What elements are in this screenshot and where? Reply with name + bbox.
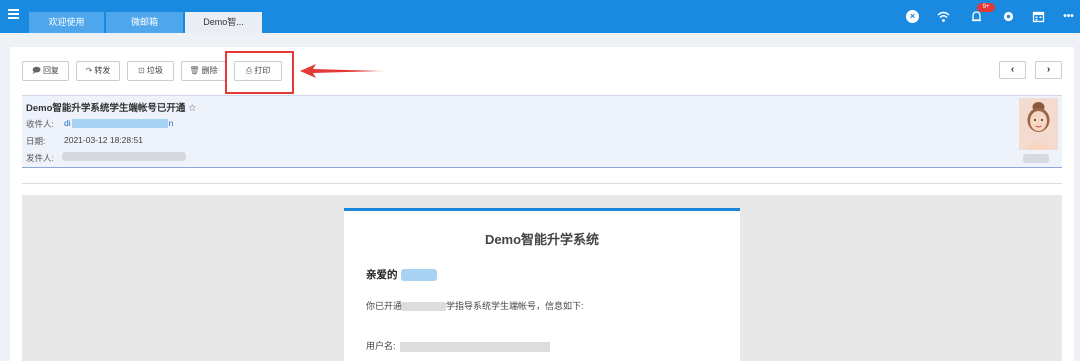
from-label: 发件人: <box>26 153 54 163</box>
print-highlight-box <box>225 51 294 94</box>
wifi-icon[interactable] <box>937 10 950 23</box>
reply-button[interactable]: 🗩 回复 <box>22 61 69 81</box>
trash-icon: 🗑 <box>189 66 200 75</box>
calendar-icon[interactable] <box>1032 10 1045 23</box>
junk-button[interactable]: ⊡ 垃圾 <box>127 61 174 81</box>
gear-icon[interactable] <box>1002 10 1015 23</box>
greeting-text: 亲爱的 <box>366 267 437 282</box>
close-circle-icon[interactable]: × <box>906 10 919 23</box>
tab-demo-mail[interactable]: Demo智... <box>185 12 262 33</box>
date-label: 日期: <box>26 136 46 146</box>
sender-avatar <box>1019 98 1058 150</box>
username-line: 用户名: <box>366 339 550 352</box>
prev-mail-button[interactable]: ‹ <box>999 61 1026 79</box>
delete-button[interactable]: 🗑 删除 <box>181 61 226 81</box>
forward-icon: ↷ <box>85 66 93 75</box>
more-icon[interactable]: ••• <box>1062 10 1075 23</box>
mail-subject: Demo智能升学系统学生端帐号已开通 ☆ <box>26 103 197 114</box>
to-label: 收件人: <box>26 119 54 129</box>
hamburger-menu-icon[interactable] <box>8 9 19 19</box>
header-divider <box>22 183 1062 184</box>
mail-body-title: Demo智能升学系统 <box>484 232 600 247</box>
date-value: 2021-03-12 18:28:51 <box>64 135 143 145</box>
to-value[interactable]: di n <box>64 118 173 129</box>
annotation-arrow-icon <box>300 64 384 78</box>
junk-icon: ⊡ <box>138 66 145 75</box>
account-info-text: 你已开通 学指导系统学生端帐号，信息如下: <box>366 301 584 312</box>
sender-name-redacted <box>1023 154 1049 163</box>
from-value-redacted <box>62 152 186 161</box>
notification-badge: 9+ <box>977 3 995 12</box>
next-mail-button[interactable]: › <box>1035 61 1062 79</box>
tab-welcome[interactable]: 欢迎使用 <box>29 12 104 33</box>
reply-icon: 🗩 <box>32 66 41 75</box>
star-icon[interactable]: ☆ <box>188 103 197 114</box>
forward-button[interactable]: ↷ 转发 <box>76 61 120 81</box>
tab-micro-mail[interactable]: 微邮箱 <box>106 12 183 33</box>
